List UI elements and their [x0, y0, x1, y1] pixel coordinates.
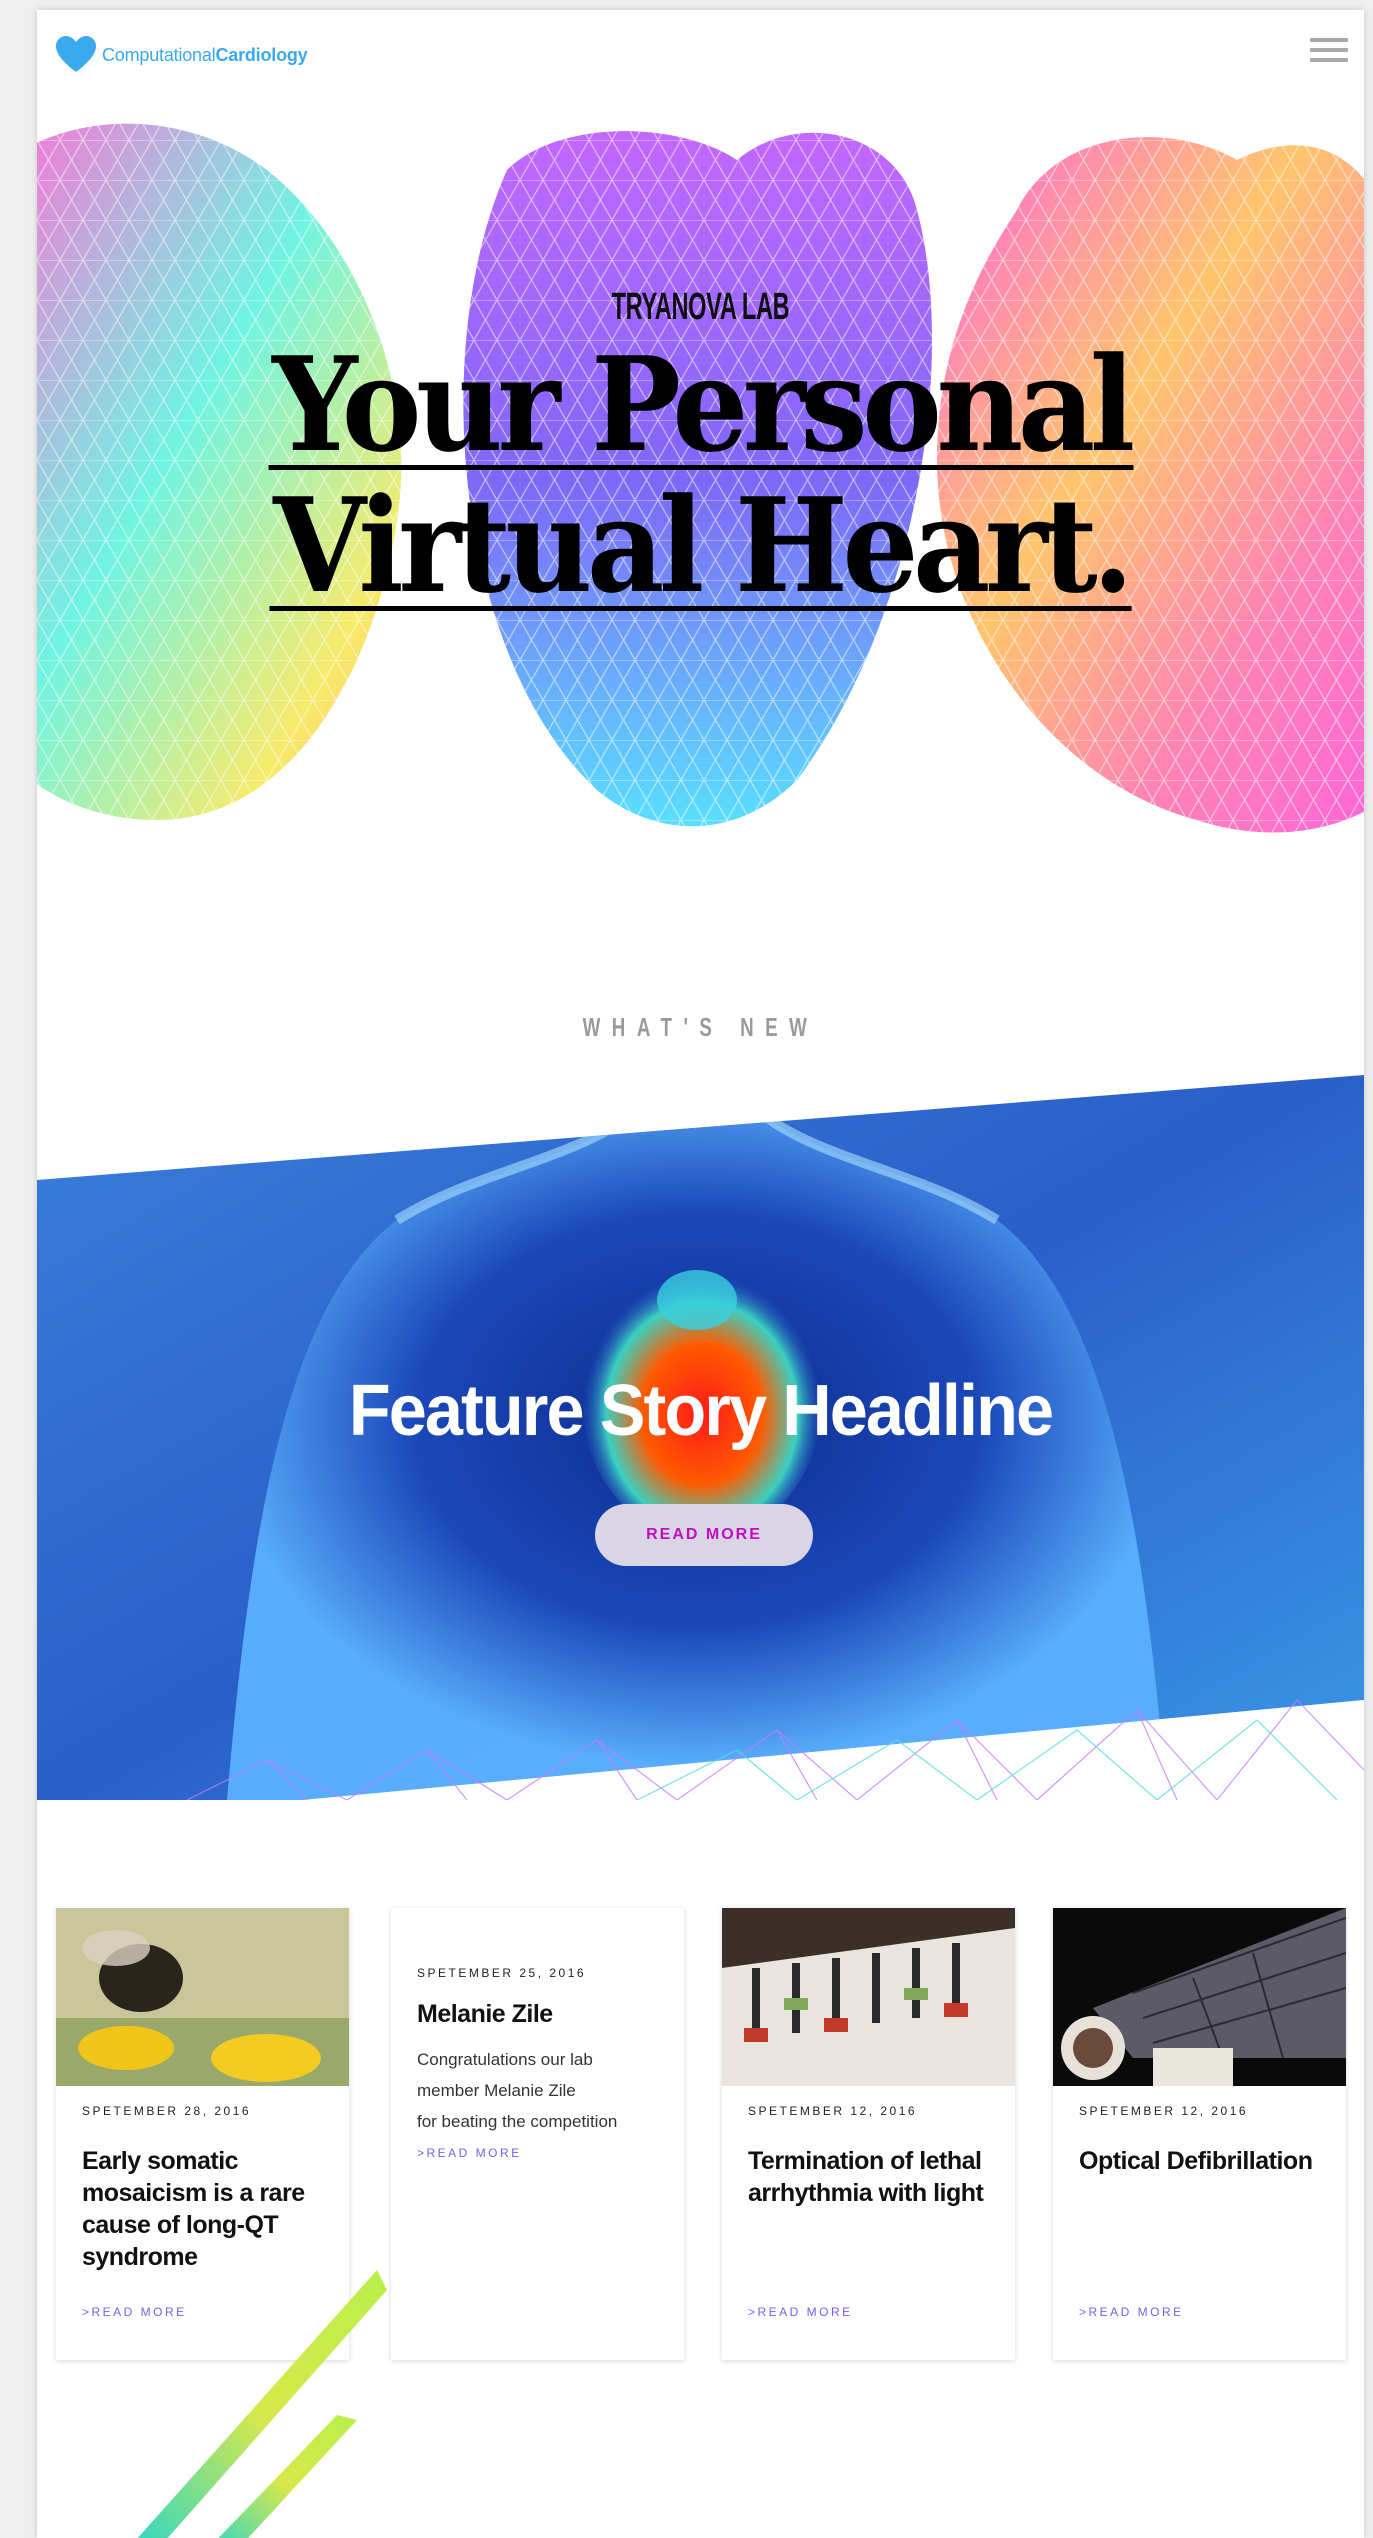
site-logo[interactable]: ComputationalCardiology: [55, 36, 308, 74]
card-image-astronaut: [1053, 1908, 1346, 2086]
hero-title-line2: Virtual Heart.: [269, 481, 1134, 611]
feature-headline: Feature Story Headline: [348, 1371, 1054, 1451]
logo-text-bold: Cardiology: [215, 44, 308, 65]
card-text-line: Congratulations our lab: [417, 2050, 593, 2069]
card-read-more-link[interactable]: >READ MORE: [1079, 2305, 1184, 2319]
card-image-mixing-console: [722, 1908, 1015, 2086]
heart-logo-icon: [56, 36, 96, 72]
logo-text: ComputationalCardiology: [102, 44, 308, 66]
card-date: SPETEMBER 28, 2016: [82, 2104, 252, 2118]
feature-read-more-button[interactable]: READ MORE: [595, 1504, 813, 1566]
card-read-more-link[interactable]: >READ MORE: [748, 2305, 853, 2319]
hamburger-menu-icon[interactable]: [1310, 38, 1348, 68]
card-date: SPETEMBER 25, 2016: [417, 1966, 587, 1980]
decorative-stripes: [137, 2270, 387, 2538]
lab-label: TRYANOVA LAB: [611, 286, 790, 328]
card-read-more-link[interactable]: >READ MORE: [417, 2146, 522, 2160]
page: ComputationalCardiology TRYANOVA LAB You…: [37, 10, 1364, 2538]
card-image-bee: [56, 1908, 349, 2086]
card-date: SPETEMBER 12, 2016: [748, 2104, 918, 2118]
card-text-line: for beating the competition: [417, 2112, 618, 2131]
card-title: Optical Defibrillation: [1079, 2147, 1313, 2175]
hero-title-line1: Your Personal: [268, 340, 1135, 470]
whats-new-heading: WHAT'S NEW: [582, 1012, 819, 1042]
card-date: SPETEMBER 12, 2016: [1079, 2104, 1249, 2118]
site-header: ComputationalCardiology: [37, 10, 1364, 100]
hero-section: TRYANOVA LAB Your Personal Virtual Heart…: [37, 100, 1364, 870]
card-title: Termination of lethal arrhythmia with li…: [748, 2147, 984, 2207]
card-text-line: member Melanie Zile: [417, 2081, 576, 2100]
card-title: Early somatic mosaicism is a rare cause …: [82, 2147, 305, 2271]
hero-title: Your Personal Virtual Heart.: [37, 338, 1364, 613]
news-card[interactable]: SPETEMBER 12, 2016 Optical Defibrillatio…: [1053, 1908, 1346, 2360]
news-card[interactable]: SPETEMBER 12, 2016 Termination of lethal…: [722, 1908, 1015, 2360]
logo-text-light: Computational: [102, 44, 216, 65]
card-title: Melanie Zile: [417, 2000, 553, 2028]
